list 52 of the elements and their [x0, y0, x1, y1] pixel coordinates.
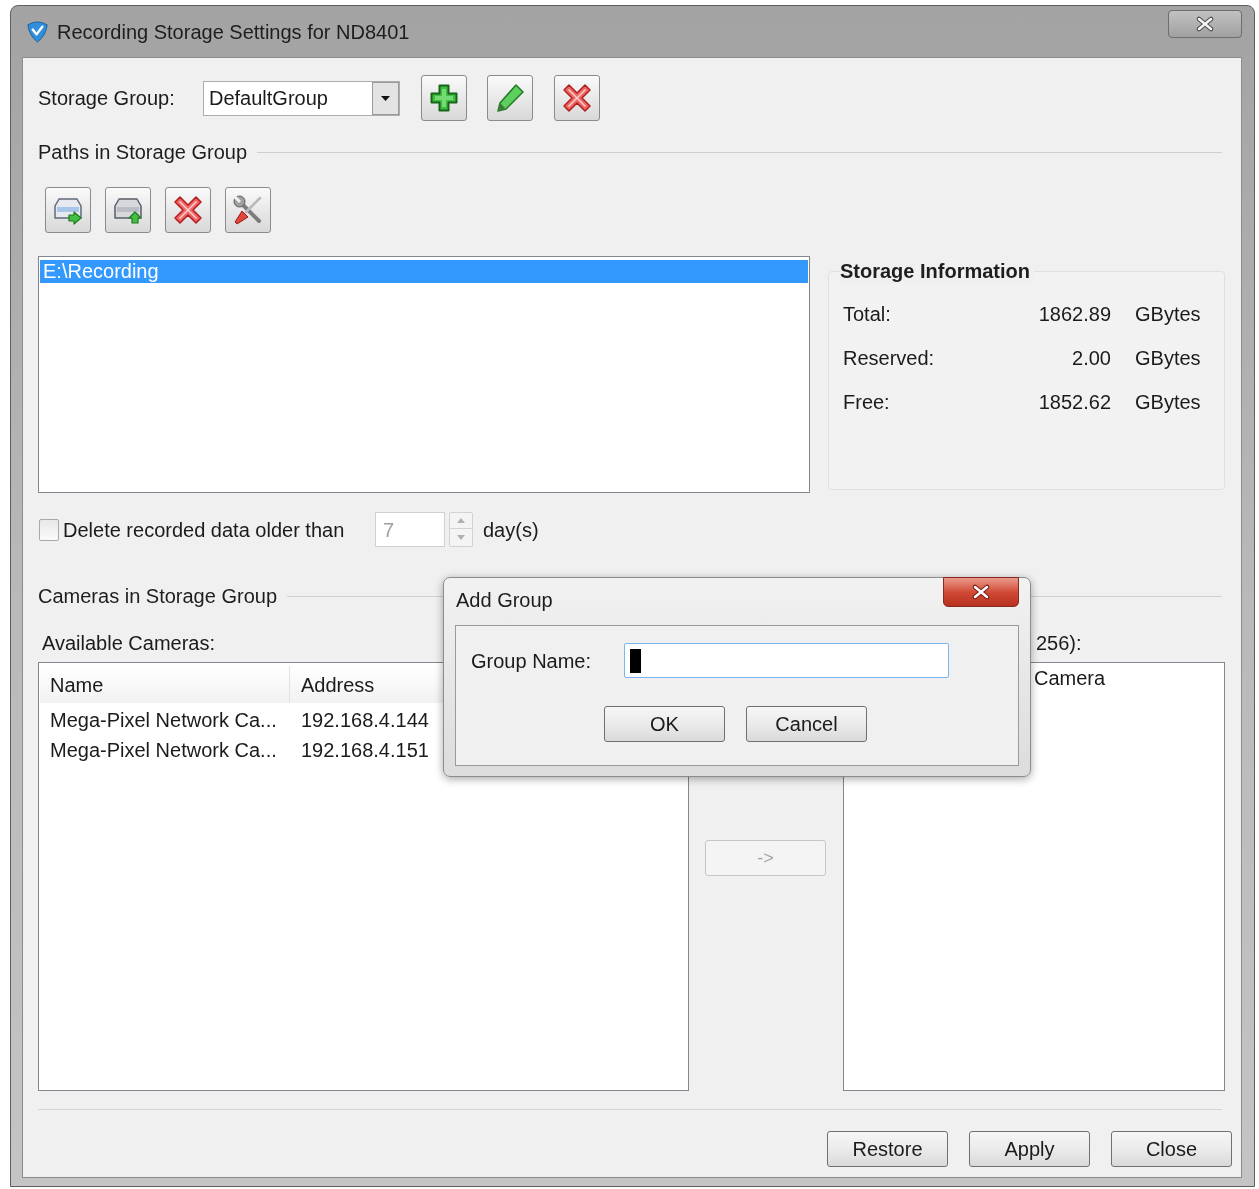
section-title: Cameras in Storage Group	[38, 584, 277, 609]
text-caret-icon	[630, 648, 641, 673]
down-arrow-icon	[457, 535, 465, 540]
column-header[interactable]: Camera	[1034, 665, 1224, 691]
checkbox-label: Delete recorded data older than	[63, 517, 346, 543]
window-title: Recording Storage Settings for ND8401	[57, 19, 410, 45]
restore-button[interactable]: Restore	[827, 1131, 948, 1167]
drive-button[interactable]	[45, 187, 91, 233]
close-button[interactable]: Close	[1111, 1131, 1232, 1167]
dialog-title: Add Group	[456, 588, 553, 612]
info-value: 1852.62	[1037, 390, 1111, 415]
up-arrow-icon	[457, 518, 465, 523]
pencil-icon	[494, 82, 526, 114]
table-cell-text: Mega-Pixel Network Ca...	[49, 708, 278, 733]
info-label: Reserved:	[843, 346, 936, 371]
info-value: 2.00	[1071, 346, 1111, 371]
apply-button[interactable]: Apply	[969, 1131, 1090, 1167]
info-unit: GBytes	[1135, 346, 1201, 371]
close-button[interactable]	[943, 577, 1019, 607]
delete-icon	[172, 194, 204, 226]
info-unit: GBytes	[1135, 302, 1201, 327]
info-label: Free:	[843, 390, 891, 415]
section-title: Paths in Storage Group	[38, 140, 247, 165]
cancel-button[interactable]: Cancel	[746, 706, 867, 742]
close-icon	[1196, 16, 1214, 32]
group-name-field[interactable]	[624, 643, 949, 678]
table-cell-text: 192.168.4.144	[300, 708, 430, 733]
list-label: Available Cameras:	[42, 632, 216, 654]
table-cell-text: Mega-Pixel Network Ca...	[49, 738, 278, 763]
storage-group-dropdown[interactable]: DefaultGroup	[203, 80, 400, 116]
info-label: Total:	[843, 302, 892, 327]
unit-label: day(s)	[483, 517, 539, 543]
column-header[interactable]: Name	[40, 666, 290, 703]
info-value: 1862.89	[1037, 302, 1111, 327]
close-icon	[972, 584, 990, 600]
list-label: 256):	[1036, 631, 1082, 656]
add-button[interactable]	[421, 75, 467, 121]
field-label: Group Name:	[471, 648, 593, 674]
checkmark-shield-icon	[26, 20, 49, 43]
drive-button[interactable]	[105, 187, 151, 233]
tools-button[interactable]	[225, 187, 271, 233]
tools-icon	[232, 194, 264, 226]
field-label: Storage Group:	[38, 86, 176, 111]
delete-button[interactable]	[554, 75, 600, 121]
delete-button[interactable]	[165, 187, 211, 233]
edit-button[interactable]	[487, 75, 533, 121]
close-button[interactable]	[1168, 10, 1242, 38]
info-unit: GBytes	[1135, 390, 1201, 415]
table-cell-text: 192.168.4.151	[300, 738, 430, 763]
plus-icon	[428, 82, 460, 114]
delete-icon	[561, 82, 593, 114]
ok-button[interactable]: OK	[604, 706, 725, 742]
